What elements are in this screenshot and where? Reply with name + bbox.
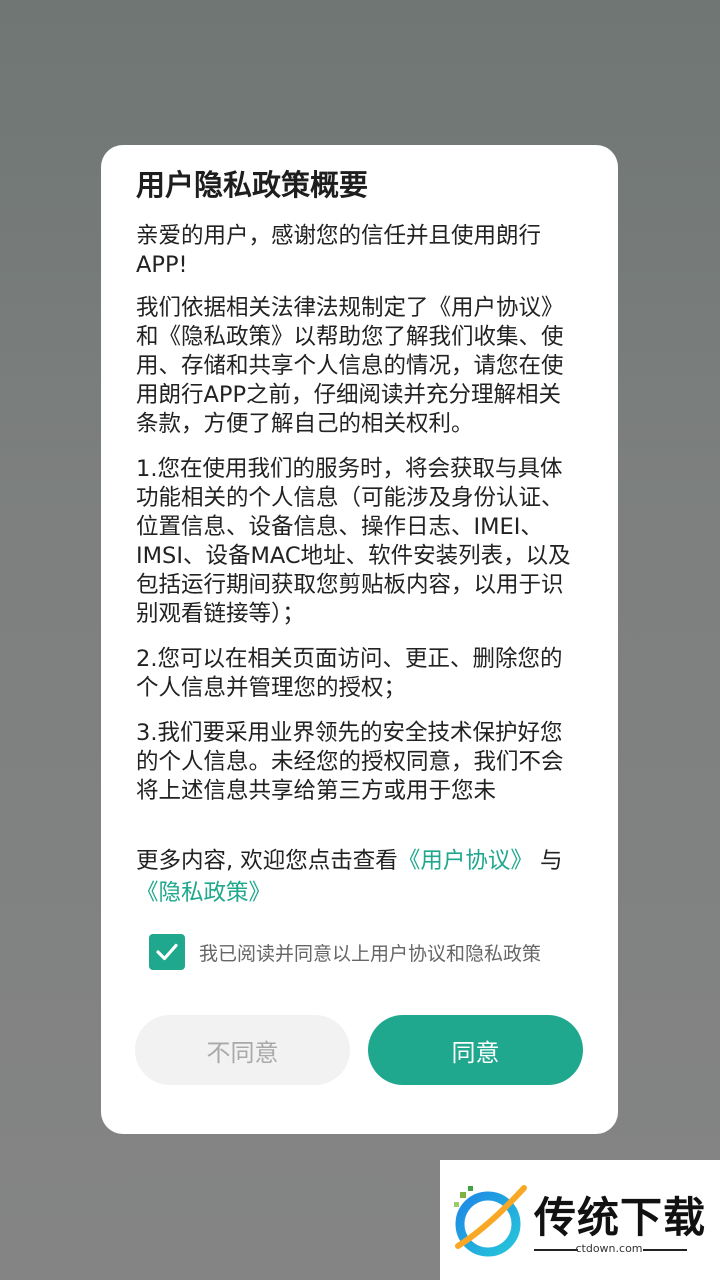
watermark-rule-right	[643, 1249, 687, 1251]
privacy-policy-link[interactable]: 《隐私政策》	[136, 880, 271, 906]
policy-paragraph: 1.您在使用我们的服务时，将会获取与具体功能相关的个人信息（可能涉及身份认证、位…	[136, 456, 571, 627]
checkmark-icon	[156, 943, 178, 961]
policy-scroll-area[interactable]: 亲爱的用户，感谢您的信任并且使用朗行APP! 我们依据相关法律法规制定了《用户协…	[136, 222, 576, 817]
policy-paragraph: 2.您可以在相关页面访问、更正、删除您的个人信息并管理您的授权；	[136, 646, 563, 701]
ctdown-logo-icon	[454, 1185, 527, 1257]
consent-row[interactable]: 我已阅读并同意以上用户协议和隐私政策	[149, 932, 589, 972]
policy-paragraph: 亲爱的用户，感谢您的信任并且使用朗行APP!	[136, 223, 542, 278]
policy-paragraph: 我们依据相关法律法规制定了《用户协议》和《隐私政策》以帮助您了解我们收集、使用、…	[136, 295, 564, 437]
more-prefix: 更多内容, 欢迎您点击查看	[136, 848, 398, 874]
privacy-dialog: 用户隐私政策概要 亲爱的用户，感谢您的信任并且使用朗行APP! 我们依据相关法律…	[101, 145, 618, 1134]
more-conjunction: 与	[532, 848, 563, 874]
agree-button[interactable]: 同意	[368, 1015, 583, 1085]
policy-paragraph: 3.我们要采用业界领先的安全技术保护好您的个人信息。未经您的授权同意，我们不会将…	[136, 720, 564, 804]
consent-label: 我已阅读并同意以上用户协议和隐私政策	[199, 942, 542, 965]
user-agreement-link[interactable]: 《用户协议》	[398, 848, 533, 874]
more-info-text: 更多内容, 欢迎您点击查看《用户协议》 与《隐私政策》	[136, 845, 596, 909]
watermark-brand: 传统下载	[534, 1193, 707, 1242]
dialog-title: 用户隐私政策概要	[136, 168, 369, 202]
watermark-badge: 传统下载 ctdown.com	[440, 1160, 720, 1280]
consent-checkbox[interactable]	[149, 934, 185, 970]
disagree-button[interactable]: 不同意	[135, 1015, 350, 1085]
